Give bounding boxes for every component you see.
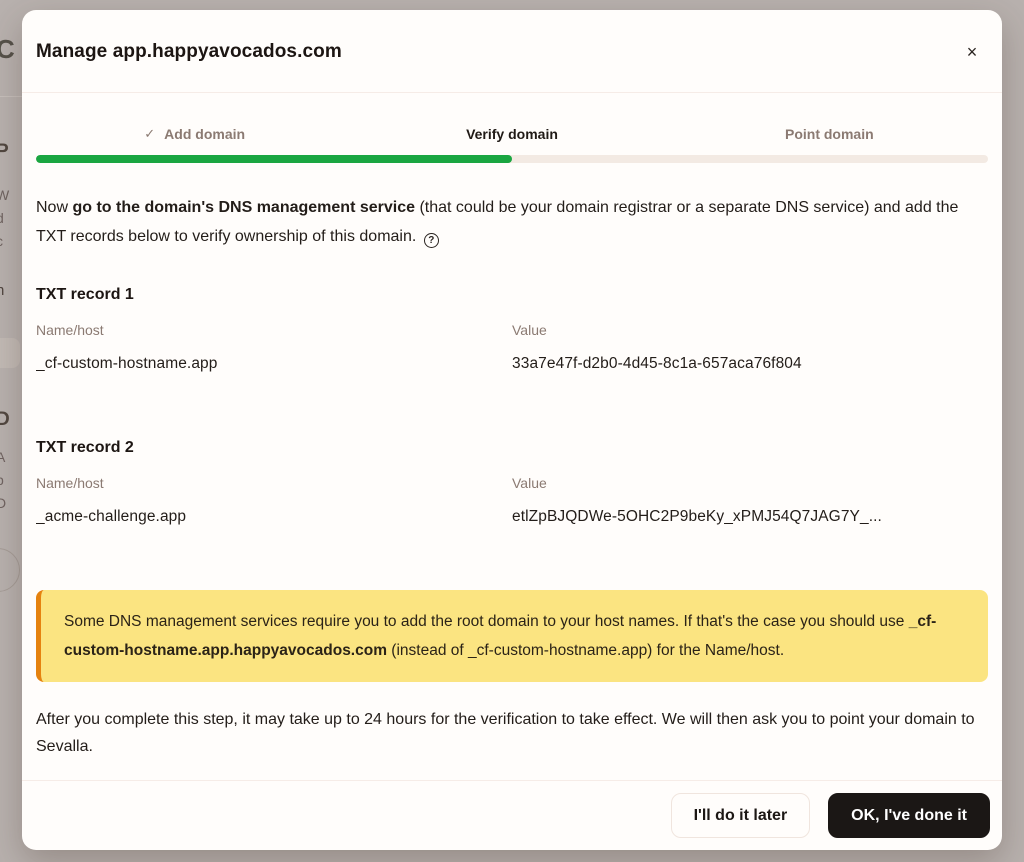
progress-bar	[36, 155, 988, 163]
record-name-value: _cf-custom-hostname.app	[36, 355, 512, 373]
outro-paragraph: After you complete this step, it may tak…	[36, 706, 988, 760]
modal-title: Manage app.happyavocados.com	[36, 41, 342, 63]
record-grid: Name/host Value _acme-challenge.app etlZ…	[36, 457, 988, 526]
record-title: TXT record 1	[36, 286, 988, 304]
step-point-domain: Point domain	[671, 126, 988, 142]
step-verify-domain: Verify domain	[353, 126, 670, 142]
step-label: Verify domain	[466, 126, 558, 142]
note-text: Some DNS management services require you…	[64, 613, 909, 630]
backdrop-button-fragment	[0, 548, 20, 592]
backdrop-input-fragment	[0, 338, 20, 368]
intro-bold-text: go to the domain's DNS management servic…	[72, 199, 415, 216]
intro-paragraph: Now go to the domain's DNS management se…	[36, 193, 988, 251]
backdrop-text-fragment: h	[0, 283, 5, 298]
value-label: Value	[512, 322, 988, 338]
progress-bar-fill	[36, 155, 512, 163]
txt-record-1: TXT record 1 Name/host Value _cf-custom-…	[36, 286, 988, 373]
record-grid: Name/host Value _cf-custom-hostname.app …	[36, 304, 988, 373]
close-icon[interactable]: ×	[958, 38, 986, 66]
manage-domain-modal: Manage app.happyavocados.com × ✓ Add dom…	[22, 10, 1002, 850]
step-label: Point domain	[785, 126, 874, 142]
stepper: ✓ Add domain Verify domain Point domain	[36, 126, 988, 142]
name-host-label: Name/host	[36, 322, 512, 338]
check-icon: ✓	[144, 126, 155, 142]
modal-footer: I'll do it later OK, I've done it	[22, 780, 1002, 850]
backdrop-text-fragment: A	[0, 450, 6, 464]
record-value-value: 33a7e47f-d2b0-4d45-8c1a-657aca76f804	[512, 355, 988, 373]
backdrop-text-fragment: b	[0, 473, 4, 487]
backdrop-text-fragment: d	[0, 211, 4, 225]
value-label: Value	[512, 475, 988, 491]
ill-do-it-later-button[interactable]: I'll do it later	[671, 793, 811, 838]
note-text: (instead of _cf-custom-hostname.app) for…	[387, 642, 784, 659]
name-host-label: Name/host	[36, 475, 512, 491]
dns-root-domain-note: Some DNS management services require you…	[36, 590, 988, 682]
backdrop-text-fragment: D	[0, 410, 10, 429]
record-title: TXT record 2	[36, 439, 988, 457]
backdrop-divider	[0, 96, 22, 97]
step-label: Add domain	[164, 126, 245, 142]
backdrop-text-fragment: c	[0, 234, 3, 248]
intro-text: Now	[36, 199, 72, 216]
backdrop-text-fragment: C	[0, 36, 15, 62]
modal-header: Manage app.happyavocados.com ×	[22, 10, 1002, 93]
record-name-value: _acme-challenge.app	[36, 508, 512, 526]
backdrop-text-fragment: W	[0, 188, 9, 202]
help-icon[interactable]: ?	[424, 233, 439, 248]
step-add-domain: ✓ Add domain	[36, 126, 353, 142]
txt-record-2: TXT record 2 Name/host Value _acme-chall…	[36, 439, 988, 526]
backdrop-text-fragment: P	[0, 142, 9, 161]
modal-body: ✓ Add domain Verify domain Point domain …	[22, 93, 1002, 780]
ok-ive-done-it-button[interactable]: OK, I've done it	[828, 793, 990, 838]
backdrop-text-fragment: D	[0, 496, 6, 510]
record-value-value: etlZpBJQDWe-5OHC2P9beKy_xPMJ54Q7JAG7Y_..…	[512, 508, 988, 526]
